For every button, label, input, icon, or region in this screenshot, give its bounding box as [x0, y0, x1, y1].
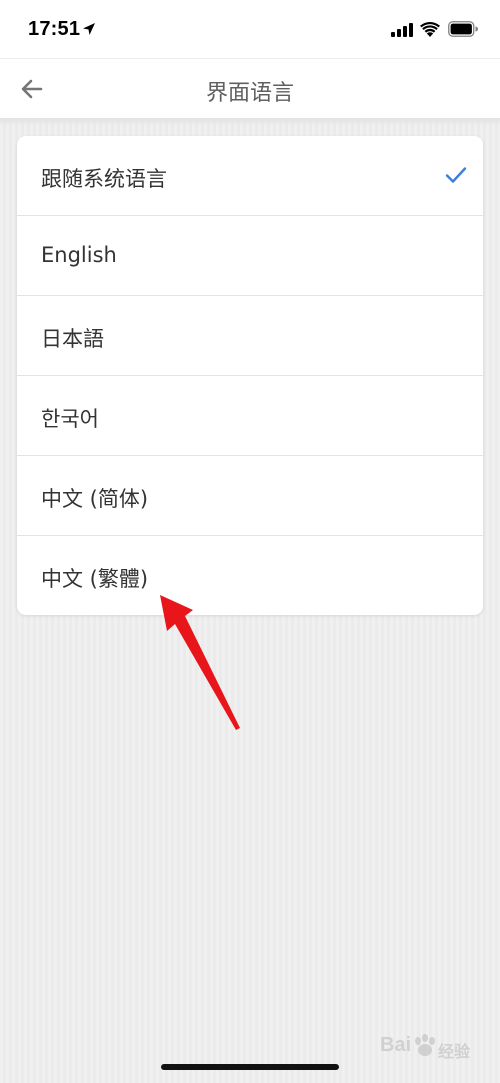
home-indicator	[161, 1064, 339, 1070]
annotation-arrow-icon	[160, 595, 240, 730]
header-shadow	[0, 118, 500, 126]
wifi-icon	[420, 21, 440, 37]
language-label: 中文 (简体)	[41, 487, 149, 511]
status-bar: 17:51	[0, 0, 500, 58]
language-option-follow-system[interactable]: 跟随系统语言	[17, 136, 483, 216]
cellular-signal-icon	[391, 23, 413, 37]
watermark-right-text: 经验	[438, 1044, 471, 1061]
language-option-japanese[interactable]: 日本語	[17, 296, 483, 376]
watermark-left-text: Bai	[380, 1034, 412, 1056]
watermark: Bai 经验	[368, 1032, 478, 1062]
status-time: 17:51	[28, 18, 81, 40]
checkmark-icon	[445, 167, 467, 183]
language-option-traditional-chinese[interactable]: 中文 (繁體)	[17, 536, 483, 615]
language-label: 跟随系统语言	[41, 167, 167, 191]
page-title: 界面语言	[205, 81, 294, 106]
language-option-korean[interactable]: 한국어	[17, 376, 483, 456]
location-arrow-icon	[83, 23, 95, 35]
language-label: 한국어	[41, 407, 99, 431]
language-list: 跟随系统语言 English 日本語 한국어 中文 (简体) 中文 (繁體)	[17, 136, 483, 615]
language-label: 中文 (繁體)	[41, 567, 149, 591]
battery-icon	[448, 21, 478, 37]
paw-icon	[415, 1034, 435, 1056]
header: 界面语言	[0, 58, 500, 118]
language-option-simplified-chinese[interactable]: 中文 (简体)	[17, 456, 483, 536]
language-option-english[interactable]: English	[17, 216, 483, 296]
language-label: English	[41, 243, 117, 267]
language-label: 日本語	[41, 327, 104, 351]
